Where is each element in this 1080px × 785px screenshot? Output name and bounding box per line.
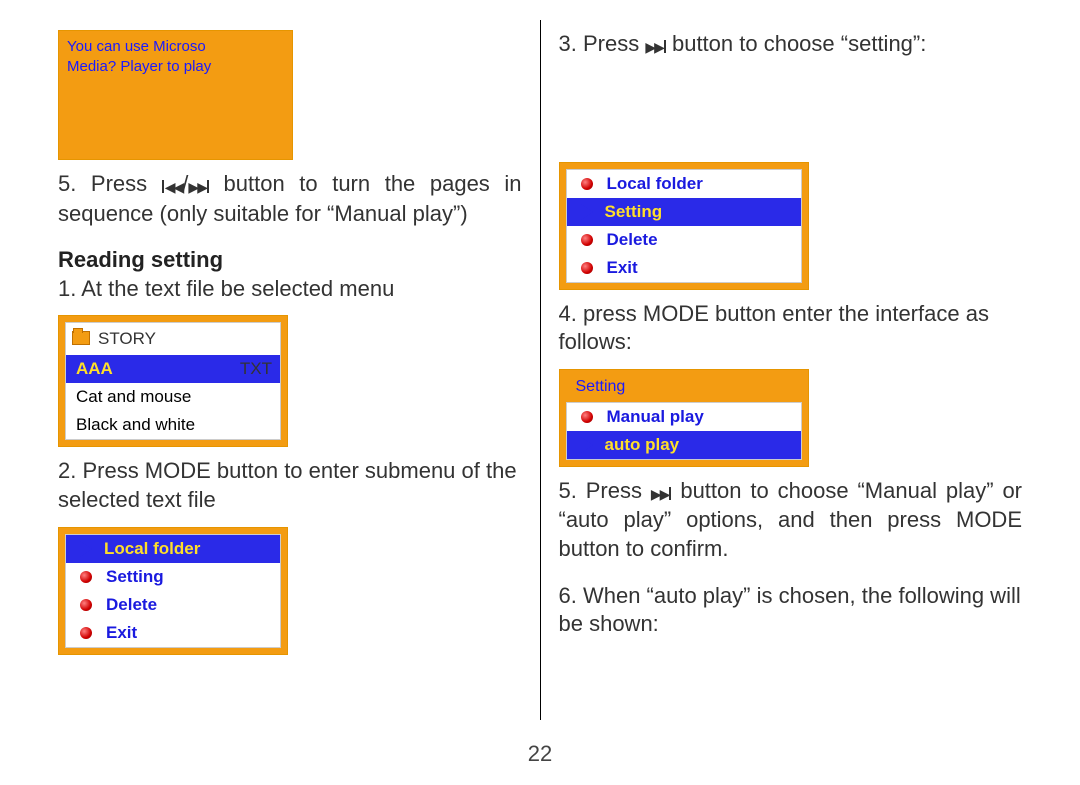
submenu-list: Local folder Setting Delete Exit xyxy=(65,534,281,648)
bullet-icon xyxy=(581,262,593,274)
file-name: AAA xyxy=(76,359,228,379)
file-list: STORY AAA TXT Cat and mouse Black and wh… xyxy=(65,322,281,440)
menu-item-selected: auto play xyxy=(567,431,801,459)
text-fragment: 5. Press xyxy=(559,478,651,503)
menu-item-selected: Setting xyxy=(567,198,801,226)
menu-item-selected: Local folder xyxy=(66,535,280,563)
next-icon xyxy=(188,171,209,200)
setting-screen: Setting Manual play auto play xyxy=(559,369,809,467)
text-fragment: 5. Press xyxy=(58,171,162,196)
file-name: Cat and mouse xyxy=(76,387,272,407)
bullet-icon xyxy=(581,234,593,246)
menu-label: Delete xyxy=(607,230,793,250)
file-name: Black and white xyxy=(76,415,272,435)
setting-list: Manual play auto play xyxy=(566,402,802,460)
menu-item: Exit xyxy=(567,254,801,282)
file-row: Black and white xyxy=(66,411,280,439)
bullet-icon xyxy=(581,411,593,423)
instruction-text: 4. press MODE button enter the interface… xyxy=(559,300,1023,357)
menu-item: Local folder xyxy=(567,170,801,198)
submenu-screen: Local folder Setting Delete Exit xyxy=(58,527,288,655)
instruction-text: 2. Press MODE button to enter submenu of… xyxy=(58,457,522,514)
instruction-text: 5. Press / button to turn the pages in s… xyxy=(58,170,522,228)
file-row-selected: AAA TXT xyxy=(66,355,280,383)
page-number: 22 xyxy=(0,741,1080,767)
bullet-icon xyxy=(80,599,92,611)
submenu-screen: Local folder Setting Delete Exit xyxy=(559,162,809,290)
instruction-text: 3. Press button to choose “setting”: xyxy=(559,30,1023,60)
bullet-icon xyxy=(80,627,92,639)
menu-label: Exit xyxy=(607,258,793,278)
menu-label: Local folder xyxy=(104,539,272,559)
menu-label: Local folder xyxy=(607,174,793,194)
instruction-text: 6. When “auto play” is chosen, the follo… xyxy=(559,582,1023,639)
page: You can use Microso Media? Player to pla… xyxy=(0,0,1080,740)
section-heading: Reading setting xyxy=(58,246,522,275)
left-column: You can use Microso Media? Player to pla… xyxy=(40,30,540,730)
menu-item: Exit xyxy=(66,619,280,647)
menu-item: Manual play xyxy=(567,403,801,431)
menu-item: Delete xyxy=(66,591,280,619)
text-fragment: button to choose “setting”: xyxy=(666,31,927,56)
bullet-icon xyxy=(80,571,92,583)
screen-text-line: Media? Player to play xyxy=(67,57,284,77)
previous-icon xyxy=(162,171,183,200)
bullet-icon xyxy=(581,178,593,190)
right-column: 3. Press button to choose “setting”: Loc… xyxy=(541,30,1041,730)
screen-text-line: You can use Microso xyxy=(67,37,284,57)
menu-item: Setting xyxy=(66,563,280,591)
cursor-icon xyxy=(581,437,593,453)
next-icon xyxy=(645,31,666,60)
text-reader-screen: You can use Microso Media? Player to pla… xyxy=(58,30,293,160)
menu-label: Setting xyxy=(605,202,793,222)
next-icon xyxy=(651,478,672,507)
folder-icon xyxy=(72,331,90,345)
menu-label: Delete xyxy=(106,595,272,615)
menu-label: auto play xyxy=(605,435,793,455)
file-row: Cat and mouse xyxy=(66,383,280,411)
cursor-icon xyxy=(581,204,593,220)
menu-label: Manual play xyxy=(607,407,793,427)
menu-item: Delete xyxy=(567,226,801,254)
file-ext: TXT xyxy=(228,359,272,379)
cursor-icon xyxy=(80,541,92,557)
menu-label: Setting xyxy=(106,567,272,587)
folder-header: STORY xyxy=(66,323,280,355)
folder-title: STORY xyxy=(98,329,156,349)
instruction-text: 5. Press button to choose “Manual play” … xyxy=(559,477,1023,564)
instruction-text: 1. At the text file be selected menu xyxy=(58,275,522,304)
menu-label: Exit xyxy=(106,623,272,643)
screen-title: Setting xyxy=(566,374,802,402)
submenu-list: Local folder Setting Delete Exit xyxy=(566,169,802,283)
file-list-screen: STORY AAA TXT Cat and mouse Black and wh… xyxy=(58,315,288,447)
text-fragment: 3. Press xyxy=(559,31,646,56)
